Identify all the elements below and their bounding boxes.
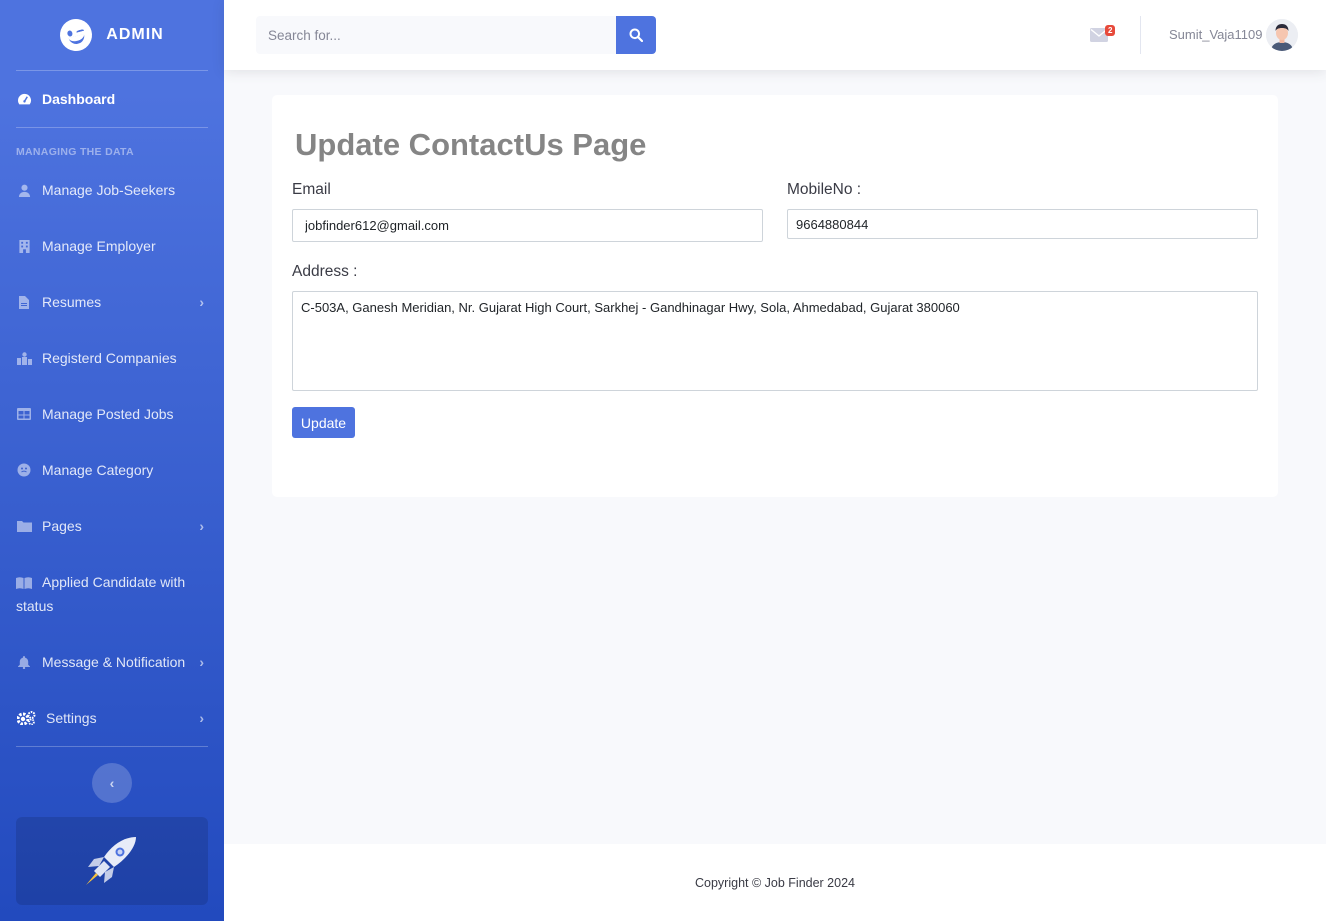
rocket-icon xyxy=(86,837,136,885)
sidebar-item-label: Message & Notification xyxy=(42,654,186,670)
mobile-label: MobileNo : xyxy=(787,181,862,198)
folder-icon xyxy=(16,519,32,533)
sidebar-item-companies[interactable]: Registerd Companies xyxy=(0,330,224,386)
tachometer-icon xyxy=(16,92,32,106)
user-icon xyxy=(16,183,32,197)
sidebar-item-label: Manage Job-Seekers xyxy=(42,182,176,198)
email-label: Email xyxy=(292,181,331,198)
sidebar-item-employer[interactable]: Manage Employer xyxy=(0,218,224,274)
sidebar-item-posted-jobs[interactable]: Manage Posted Jobs xyxy=(0,386,224,442)
sidebar-item-label: Manage Posted Jobs xyxy=(42,406,174,422)
laugh-wink-icon xyxy=(56,15,96,55)
contact-form-card: Update ContactUs Page Email MobileNo : A… xyxy=(272,95,1278,497)
chevron-right-icon: › xyxy=(199,654,204,670)
update-button[interactable]: Update xyxy=(292,407,355,438)
table-icon xyxy=(16,407,32,421)
page-title: Update ContactUs Page xyxy=(295,127,647,162)
sidebar-item-label: Manage Category xyxy=(42,462,154,478)
topbar: 2 Sumit_Vaja1109 xyxy=(224,0,1326,70)
sidebar-item-label: Settings xyxy=(46,710,97,726)
avatar[interactable] xyxy=(1266,19,1298,51)
search-form xyxy=(256,16,656,54)
sidebar-promo xyxy=(16,817,208,905)
user-name[interactable]: Sumit_Vaja1109 xyxy=(1169,27,1262,42)
sidebar-item-label: Manage Employer xyxy=(42,238,156,254)
chevron-right-icon: › xyxy=(199,518,204,534)
bell-icon xyxy=(16,655,32,669)
chevron-right-icon: › xyxy=(199,294,204,310)
sidebar: ADMIN Dashboard MANAGING THE DATA Manage… xyxy=(0,0,224,921)
address-label: Address : xyxy=(292,263,358,280)
topbar-divider xyxy=(1140,16,1141,54)
category-icon xyxy=(16,463,32,477)
search-icon xyxy=(629,28,643,42)
sidebar-item-settings[interactable]: Settings › xyxy=(0,690,224,746)
address-textarea[interactable]: C-503A, Ganesh Meridian, Nr. Gujarat Hig… xyxy=(292,291,1258,391)
book-icon xyxy=(16,576,32,590)
sidebar-item-label: Pages xyxy=(42,518,82,534)
sidebar-item-label: Dashboard xyxy=(42,91,116,107)
sidebar-item-label: Resumes xyxy=(42,294,102,310)
search-button[interactable] xyxy=(616,16,656,54)
sidebar-heading: MANAGING THE DATA xyxy=(16,146,134,158)
message-count-badge: 2 xyxy=(1105,25,1116,36)
chevron-right-icon: › xyxy=(199,710,204,726)
brand-name: ADMIN xyxy=(106,26,164,43)
sidebar-item-dashboard[interactable]: Dashboard xyxy=(0,71,224,127)
email-field[interactable] xyxy=(292,209,763,242)
sidebar-item-pages[interactable]: Pages › xyxy=(0,498,224,554)
sidebar-item-resumes[interactable]: Resumes › xyxy=(0,274,224,330)
chevron-left-icon: ‹ xyxy=(109,775,115,791)
companies-icon xyxy=(16,351,32,365)
sidebar-item-applied-candidates[interactable]: Applied Candidate with status xyxy=(0,554,224,634)
sidebar-item-job-seekers[interactable]: Manage Job-Seekers xyxy=(0,162,224,218)
sidebar-item-messages[interactable]: Message & Notification › xyxy=(0,634,224,690)
cogs-icon xyxy=(16,711,36,725)
brand-link[interactable]: ADMIN xyxy=(0,0,224,70)
mobile-field[interactable] xyxy=(787,209,1258,239)
building-icon xyxy=(16,239,32,253)
footer: Copyright © Job Finder 2024 xyxy=(224,844,1326,921)
file-icon xyxy=(16,295,32,309)
sidebar-divider xyxy=(16,746,208,747)
copyright-text: Copyright © Job Finder 2024 xyxy=(695,875,855,890)
sidebar-item-label: Applied Candidate with status xyxy=(16,574,186,614)
sidebar-toggle-button[interactable]: ‹ xyxy=(92,763,132,803)
search-input[interactable] xyxy=(256,16,616,54)
sidebar-item-label: Registerd Companies xyxy=(42,350,177,366)
sidebar-item-category[interactable]: Manage Category xyxy=(0,442,224,498)
